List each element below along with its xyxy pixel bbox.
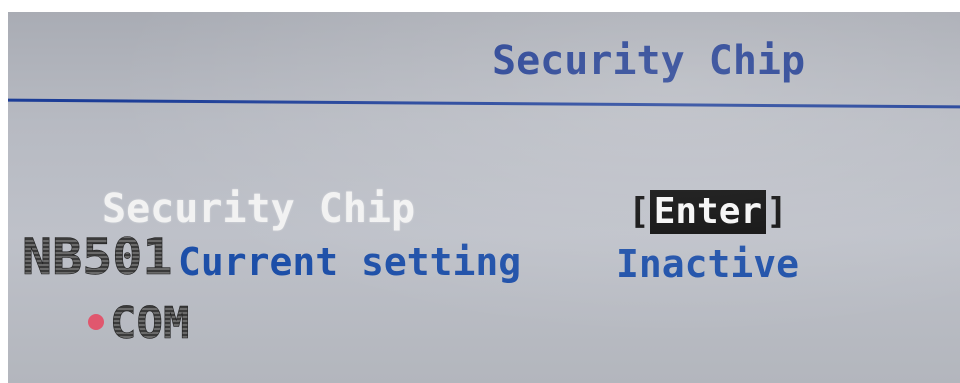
page-title: Security Chip <box>492 38 806 84</box>
bracket-close: ] <box>766 191 788 232</box>
enter-value: Enter <box>649 190 767 234</box>
watermark-dot <box>88 314 104 330</box>
bracket-open: [ <box>628 191 650 232</box>
watermark-text-bottom: COM <box>110 298 189 342</box>
watermark-logo: NB501 COM <box>22 228 190 342</box>
security-chip-enter-button[interactable]: [Enter] <box>628 190 788 234</box>
current-setting-value: Inactive <box>616 242 800 286</box>
header-divider <box>8 98 960 109</box>
watermark-text-top: NB501 <box>22 228 173 286</box>
